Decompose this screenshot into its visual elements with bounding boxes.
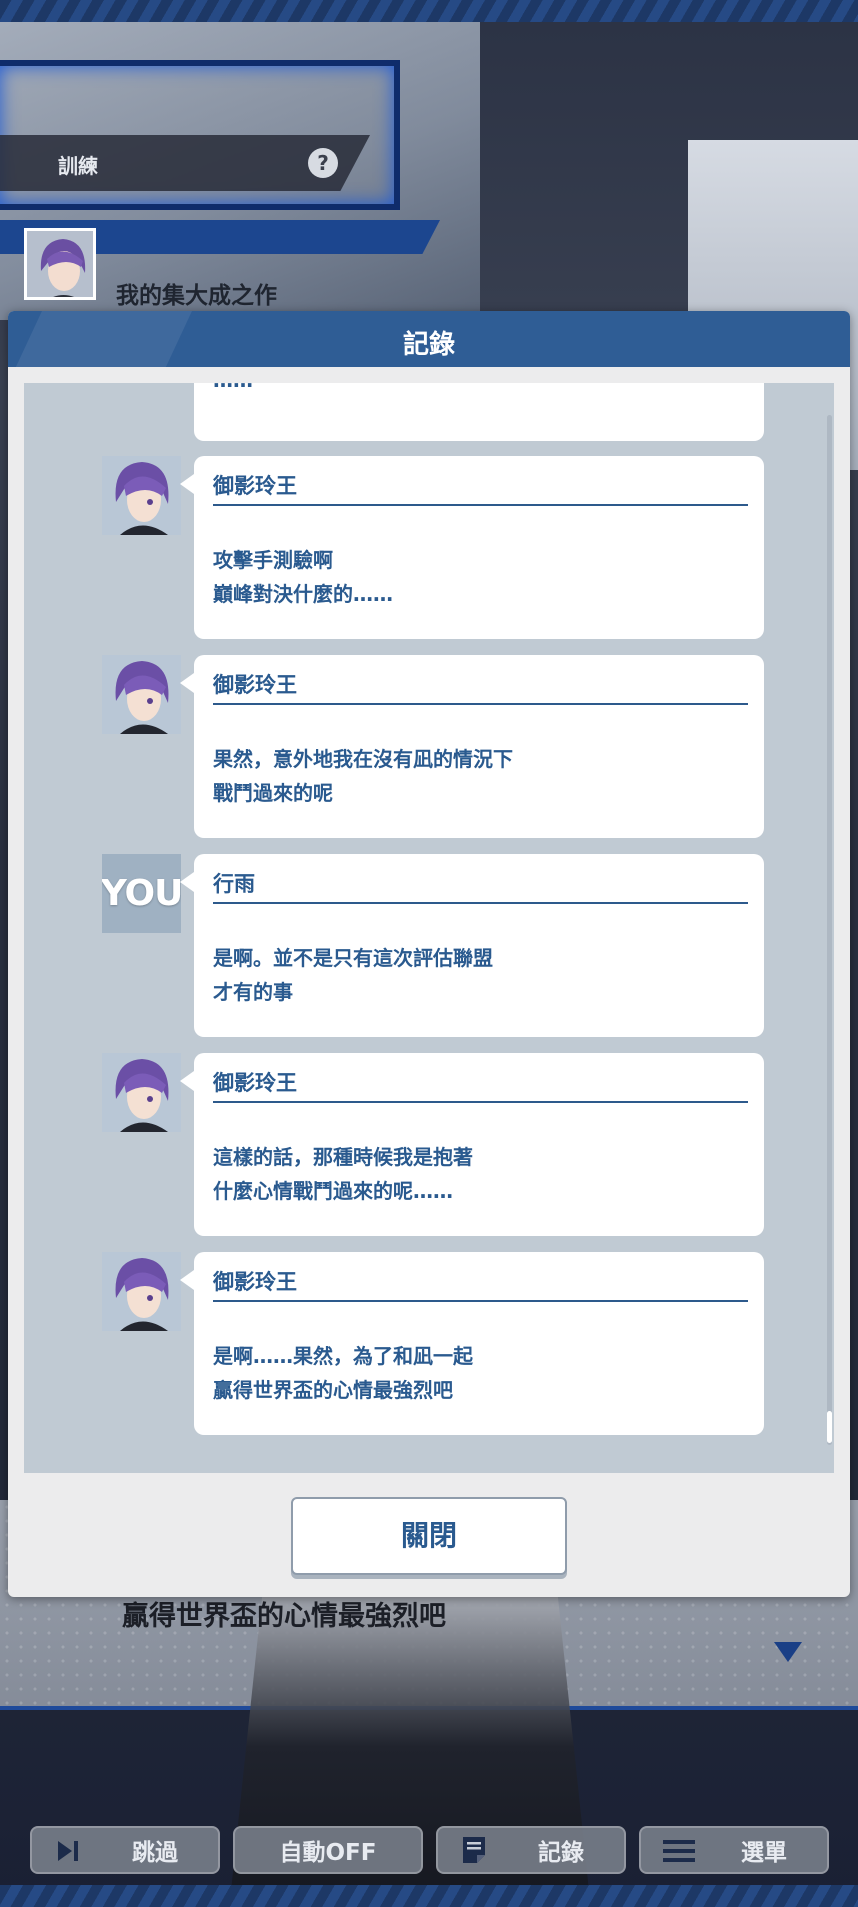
close-button[interactable]: 關閉 bbox=[291, 1497, 567, 1575]
auto-toggle-button[interactable]: 自動OFF bbox=[233, 1826, 423, 1874]
log-entry-text: 才有的事 bbox=[213, 980, 293, 1004]
log-entry: 御影玲王 這樣的話，那種時候我是抱著 什麼心情戰鬥過來的呢…… bbox=[180, 1053, 764, 1236]
log-entry: 御影玲王 攻擊手測驗啊 巔峰對決什麼的…… bbox=[180, 456, 764, 639]
reo-avatar-icon bbox=[102, 1252, 181, 1331]
top-pattern-strip bbox=[0, 0, 858, 22]
log-entry-text: 這樣的話，那種時候我是抱著 bbox=[213, 1145, 473, 1169]
skip-label: 跳過 bbox=[132, 1840, 178, 1866]
auto-label: 自動OFF bbox=[279, 1840, 377, 1866]
log-entry-speaker: 御影玲王 bbox=[213, 470, 748, 506]
log-icon bbox=[460, 1837, 488, 1864]
bottom-pattern-strip bbox=[0, 1885, 858, 1907]
menu-label: 選單 bbox=[741, 1840, 787, 1866]
log-entry: 御影玲王 果然，意外地我在沒有凪的情況下 戰鬥過來的呢 bbox=[180, 655, 764, 838]
log-scroll-thumb[interactable] bbox=[827, 1411, 832, 1443]
section-title: 訓練 bbox=[58, 154, 98, 178]
log-entry-text: 贏得世界盃的心情最強烈吧 bbox=[213, 1378, 453, 1402]
menu-icon bbox=[663, 1838, 695, 1864]
log-entry-speaker: 御影玲王 bbox=[213, 669, 748, 705]
log-entry: 行雨 是啊。並不是只有這次評估聯盟 才有的事 bbox=[180, 854, 764, 1037]
log-entry-text: 是啊……果然，為了和凪一起 bbox=[213, 1344, 473, 1368]
modal-header: 記錄 bbox=[8, 311, 850, 367]
log-list[interactable]: …… 御影玲王 攻擊手測驗啊 巔峰對決什麼的…… bbox=[24, 383, 834, 1473]
log-scrollbar[interactable] bbox=[827, 415, 832, 1445]
background-dialogue-text: 贏得世界盃的心情最強烈吧 bbox=[122, 1601, 446, 1632]
log-entry-partial: …… bbox=[194, 383, 764, 441]
log-label: 記錄 bbox=[538, 1840, 584, 1866]
log-entry-text: 巔峰對決什麼的…… bbox=[213, 582, 393, 606]
reo-avatar-icon bbox=[102, 456, 181, 535]
modal-title: 記錄 bbox=[402, 330, 455, 360]
log-entry-speaker: 御影玲王 bbox=[213, 1067, 748, 1103]
speaker-name: 我的集大成之作 bbox=[116, 283, 277, 309]
log-modal: 記錄 …… 御影玲王 攻擊手測驗啊 巔峰對決什麼的…… bbox=[8, 311, 850, 1597]
help-icon[interactable]: ? bbox=[308, 148, 338, 178]
log-entry-speaker: 行雨 bbox=[213, 868, 748, 904]
reo-avatar-icon bbox=[102, 1053, 181, 1132]
you-avatar-label: YOU bbox=[102, 873, 181, 914]
log-entry: 御影玲王 是啊……果然，為了和凪一起 贏得世界盃的心情最強烈吧 bbox=[180, 1252, 764, 1435]
log-button[interactable]: 記錄 bbox=[436, 1826, 626, 1874]
log-entry-text: 是啊。並不是只有這次評估聯盟 bbox=[213, 946, 493, 970]
log-entry-text: 果然，意外地我在沒有凪的情況下 bbox=[213, 747, 513, 771]
reo-avatar-icon bbox=[102, 655, 181, 734]
you-avatar-icon: YOU bbox=[102, 854, 181, 933]
log-entry-speaker: 御影玲王 bbox=[213, 1266, 748, 1302]
log-entry-text: 什麼心情戰鬥過來的呢…… bbox=[213, 1179, 453, 1203]
log-entry-text: …… bbox=[213, 383, 253, 392]
log-entry-text: 戰鬥過來的呢 bbox=[213, 781, 333, 805]
skip-icon bbox=[54, 1838, 82, 1864]
next-arrow-icon[interactable] bbox=[774, 1642, 802, 1662]
speaker-avatar bbox=[24, 228, 96, 300]
menu-button[interactable]: 選單 bbox=[639, 1826, 829, 1874]
skip-button[interactable]: 跳過 bbox=[30, 1826, 220, 1874]
log-entry-text: 攻擊手測驗啊 bbox=[213, 548, 333, 572]
